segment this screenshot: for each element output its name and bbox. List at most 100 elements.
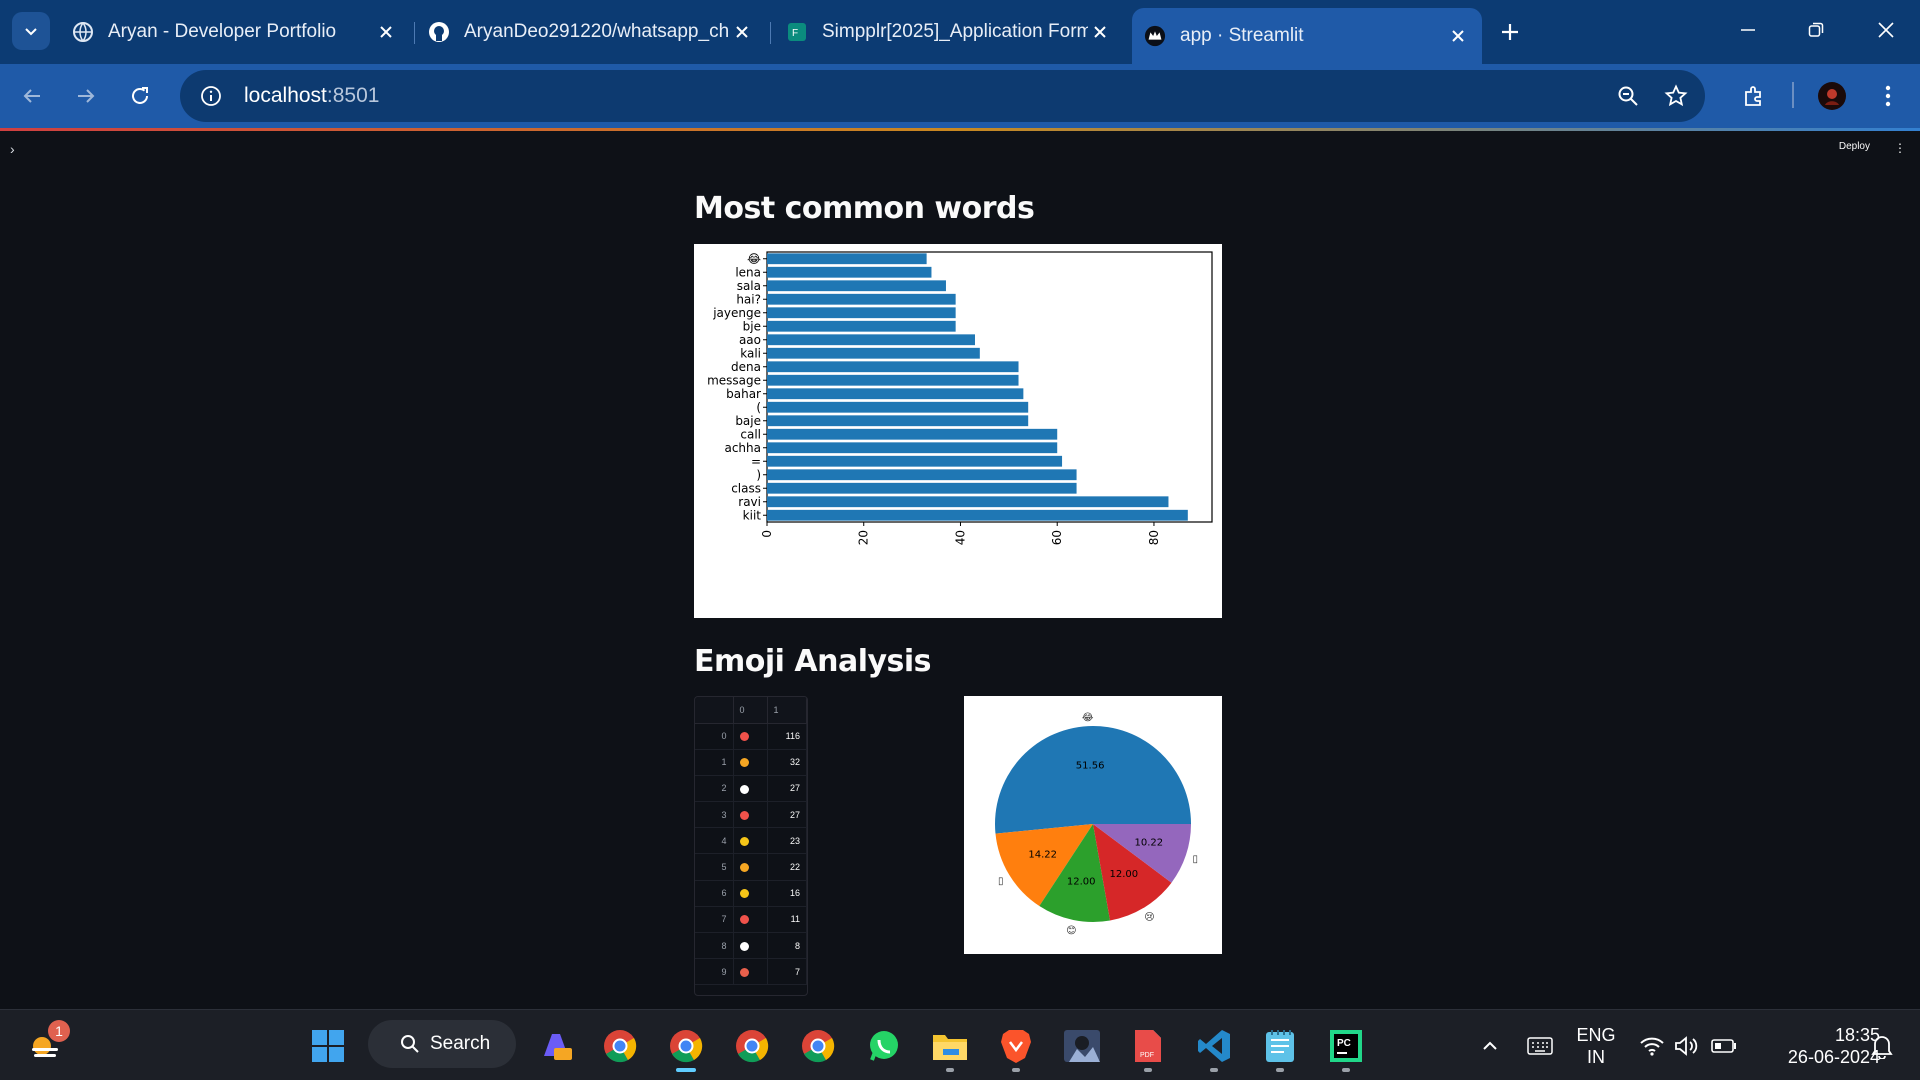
- table-header-row: 0 1: [695, 697, 807, 724]
- extensions-button[interactable]: [1736, 78, 1772, 114]
- tab-title: Simpplr[2025]_Application Form: [822, 21, 1088, 42]
- emoji-icon: [739, 732, 749, 742]
- sidebar-toggle-button[interactable]: ›: [10, 141, 15, 157]
- show-hidden-icons-button[interactable]: [1470, 1026, 1510, 1066]
- address-bar[interactable]: localhost:8501: [180, 70, 1705, 122]
- bar-message: [767, 374, 1019, 386]
- url-text[interactable]: localhost:8501: [244, 84, 379, 108]
- region-code: IN: [1587, 1047, 1605, 1067]
- zoom-button[interactable]: [1610, 78, 1646, 114]
- file-explorer-taskbar-icon[interactable]: [930, 1026, 970, 1066]
- tab-portfolio[interactable]: Aryan - Developer Portfolio: [60, 10, 410, 54]
- bar-kali: [767, 347, 980, 359]
- input-language-button[interactable]: ENG IN: [1570, 1024, 1622, 1068]
- taskbar-running-indicator: [946, 1068, 954, 1072]
- copilot-icon: [544, 1034, 572, 1060]
- table-row[interactable]: 7 11: [695, 906, 807, 934]
- bar-=: [767, 455, 1063, 467]
- tab-search-button[interactable]: [12, 12, 50, 50]
- new-tab-button[interactable]: [1494, 16, 1526, 48]
- minimize-button[interactable]: [1728, 12, 1768, 48]
- restore-button[interactable]: [1796, 12, 1836, 48]
- notification-badge: 1: [48, 1020, 70, 1042]
- chevron-up-icon: [1483, 1041, 1497, 1050]
- table-row[interactable]: 3 27: [695, 801, 807, 829]
- pie-slice-label: 😊: [1066, 926, 1076, 937]
- browser-menu-button[interactable]: [1870, 78, 1906, 114]
- tab-forms[interactable]: F Simpplr[2025]_Application Form: [774, 10, 1124, 54]
- tab-title: app · Streamlit: [1180, 25, 1304, 46]
- notepad-icon: [1266, 1030, 1294, 1062]
- tab-separator: [414, 22, 415, 44]
- notification-center-button[interactable]: [1862, 1026, 1902, 1066]
- x-tick-label: 40: [953, 530, 967, 545]
- tab-github[interactable]: AryanDeo291220/whatsapp_ch: [416, 10, 766, 54]
- tab-title: Aryan - Developer Portfolio: [108, 21, 337, 42]
- y-tick-label: kali: [740, 346, 761, 360]
- y-tick-label: call: [740, 427, 761, 441]
- chrome-icon: [802, 1030, 835, 1063]
- keyboard-icon: [1527, 1037, 1553, 1055]
- table-row[interactable]: 88: [695, 932, 807, 960]
- volume-status[interactable]: [1666, 1026, 1706, 1066]
- close-icon[interactable]: [1088, 20, 1112, 44]
- table-row[interactable]: 6 16: [695, 880, 807, 907]
- pie-slice-label: ▯: [998, 876, 1004, 887]
- pdf-reader-taskbar-icon[interactable]: PDF: [1128, 1026, 1168, 1066]
- bar-class: [767, 482, 1077, 494]
- start-button[interactable]: [308, 1026, 348, 1066]
- chrome-profile-b-taskbar-icon[interactable]: [732, 1026, 772, 1066]
- y-tick-label: 😂: [747, 252, 761, 266]
- touch-keyboard-button[interactable]: [1520, 1026, 1560, 1066]
- most-common-words-chart: kiit ravi class) = achha call baje(bahar messag…: [694, 244, 1222, 618]
- emoji-dataframe[interactable]: 0 1 0 116 1 32 2 27 3 27 4 23 5 22 6 16 7 11 8 8 9 7: [694, 696, 808, 996]
- table-row[interactable]: 2 27: [695, 775, 807, 803]
- close-icon[interactable]: [374, 20, 398, 44]
- table-row[interactable]: 5 22: [695, 853, 807, 881]
- reload-button[interactable]: [122, 78, 158, 114]
- pie-pct-label: 14.22: [1028, 849, 1057, 860]
- table-row[interactable]: 4 23: [695, 827, 807, 855]
- back-button[interactable]: [14, 78, 50, 114]
- brave-taskbar-icon[interactable]: [996, 1026, 1036, 1066]
- profile-avatar[interactable]: [1814, 78, 1850, 114]
- photo-app-taskbar-icon[interactable]: [1062, 1026, 1102, 1066]
- copilot-taskbar-icon[interactable]: [536, 1026, 576, 1066]
- battery-status[interactable]: [1704, 1026, 1744, 1066]
- pycharm-taskbar-icon[interactable]: PC: [1326, 1026, 1366, 1066]
- taskbar-running-indicator: [1342, 1068, 1350, 1072]
- column-header[interactable]: 0: [733, 697, 768, 724]
- tab-title: AryanDeo291220/whatsapp_ch: [464, 21, 730, 42]
- table-row[interactable]: 1 32: [695, 749, 807, 776]
- clock[interactable]: 18:35 26-06-2024: [1752, 1024, 1880, 1068]
- notepad-taskbar-icon[interactable]: [1260, 1026, 1300, 1066]
- y-tick-label: ): [756, 468, 761, 482]
- browser-tab-bar: Aryan - Developer Portfolio AryanDeo2912…: [0, 0, 1920, 64]
- taskbar-search[interactable]: Search: [368, 1020, 516, 1068]
- forward-button[interactable]: [68, 78, 104, 114]
- emoji-icon: [739, 836, 749, 846]
- close-window-button[interactable]: [1866, 12, 1906, 48]
- table-row[interactable]: 97: [695, 958, 807, 986]
- whatsapp-taskbar-icon[interactable]: [864, 1026, 904, 1066]
- bar-lena: [767, 266, 932, 278]
- vscode-taskbar-icon[interactable]: [1194, 1026, 1234, 1066]
- tab-streamlit-app[interactable]: app · Streamlit: [1132, 8, 1482, 64]
- site-info-icon[interactable]: [194, 79, 228, 113]
- table-row[interactable]: 0 116: [695, 723, 807, 750]
- deploy-button[interactable]: Deploy: [1839, 141, 1870, 152]
- taskbar-running-indicator: [1144, 1068, 1152, 1072]
- chrome-active-taskbar-icon[interactable]: [666, 1026, 706, 1066]
- emoji-icon: [739, 967, 749, 977]
- close-icon[interactable]: [730, 20, 754, 44]
- pie-slice-label: ▯: [1193, 854, 1199, 865]
- column-header[interactable]: [695, 697, 734, 724]
- bookmark-button[interactable]: [1658, 78, 1694, 114]
- emoji-icon: [739, 915, 749, 925]
- chrome-profile-c-taskbar-icon[interactable]: [798, 1026, 838, 1066]
- close-icon[interactable]: [1446, 24, 1470, 48]
- column-header[interactable]: 1: [767, 697, 807, 724]
- bar-achha: [767, 442, 1058, 454]
- chrome-profile-a-taskbar-icon[interactable]: [600, 1026, 640, 1066]
- app-menu-button[interactable]: ⋮: [1894, 141, 1906, 155]
